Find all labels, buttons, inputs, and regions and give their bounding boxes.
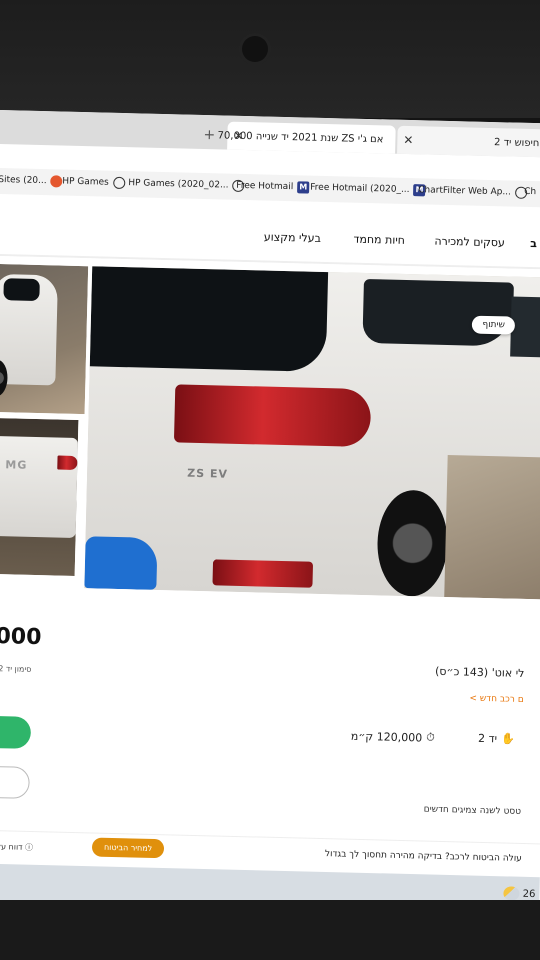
bookmark-label: Sites (20...	[0, 174, 47, 187]
info-icon: ⓘ	[25, 842, 34, 853]
price: ,000	[0, 623, 42, 651]
nav-professionals[interactable]: בעלי מקצוע	[264, 230, 321, 244]
test-note: טסט לשנה צמיגים חדשים	[423, 804, 522, 817]
listing-details: ,000 סימון יד 2 בצ לי אוט' (143 כ״ס) ם ר…	[0, 585, 540, 900]
report-label: דווח על מוד	[0, 842, 23, 852]
report-link[interactable]: ⓘ דווח על מוד	[0, 841, 33, 853]
main-car-photo[interactable]: ZS EV שיתוף	[84, 266, 540, 600]
bookmark-hp-games[interactable]: HP Games	[62, 176, 125, 190]
new-tab-button[interactable]: +	[203, 127, 215, 143]
sign-note: סימון יד 2 בצ	[0, 664, 32, 674]
m-icon: M	[297, 181, 310, 194]
sites-icon	[50, 175, 63, 188]
bookmark-label: ChartFilter Web Ap...	[418, 185, 512, 198]
nav-pets[interactable]: חיות מחמד	[353, 233, 405, 247]
bookmark-hp-games-2020[interactable]: HP Games (2020_02...	[128, 177, 245, 192]
mileage-value: 120,000 ק״מ	[350, 729, 423, 745]
nav-dealers[interactable]: עסקים למכירה	[434, 235, 505, 250]
bookmark-chartfilter[interactable]: ChartFilter Web Ap...	[418, 184, 528, 199]
bookmark-free-hotmail[interactable]: Free Hotmail M	[236, 180, 310, 194]
webcam-icon	[242, 36, 268, 62]
bookmark-label: Free Hotmail (2020_...	[310, 182, 410, 196]
model-description: לי אוט' (143 כ״ס)	[434, 664, 525, 680]
browser-window: אם ג'י ZS שנת 2021 יד שנייה 70,000 ✕ חיפ…	[0, 110, 540, 914]
speedometer-icon: ⏱	[426, 730, 435, 744]
weather-icon[interactable]	[503, 886, 520, 901]
globe-icon	[112, 176, 125, 190]
close-tab-icon[interactable]: ✕	[233, 129, 243, 143]
bookmark-label: Free Hotmail	[236, 180, 294, 193]
bookmark-label: HP Games	[62, 176, 109, 188]
close-tab-icon[interactable]: ✕	[403, 133, 413, 147]
tab-search-label: חיפוש יד 2	[493, 136, 540, 149]
contact-button[interactable]	[0, 715, 32, 749]
model-badge: ZS EV	[187, 466, 229, 481]
bookmark-label: HP Games (2020_02...	[128, 178, 229, 191]
secondary-button[interactable]	[0, 765, 30, 799]
thumbnail-photo[interactable]: MG	[0, 417, 79, 576]
hand-value: יד 2	[477, 731, 498, 746]
photo-gallery: MG ZS EV שיתוף	[0, 255, 540, 600]
mileage: ⏱ 120,000 ק״מ	[351, 729, 435, 745]
laptop-bezel-top	[0, 0, 540, 118]
insurance-price-button[interactable]: למחיר הביטוח	[91, 837, 165, 859]
bookmark-ch[interactable]: Ch	[524, 187, 536, 197]
tab-search[interactable]: חיפוש יד 2 ✕	[397, 125, 540, 158]
clock: 26	[522, 888, 536, 901]
insurance-text: עולה הביטוח לרכב? בדיקה מהירה תחסוך לך ב…	[324, 849, 522, 864]
ownership-hand: ✋ יד 2	[478, 732, 515, 746]
new-car-link[interactable]: ם רכב חדש >	[469, 694, 524, 705]
share-button[interactable]: שיתוף	[472, 315, 516, 335]
thumbnail-photo[interactable]	[0, 263, 89, 415]
laptop-bezel-bottom	[0, 900, 540, 960]
bookmark-sites[interactable]: Sites (20...	[0, 174, 63, 188]
hand-icon: ✋	[500, 732, 515, 746]
bookmark-free-hotmail-2020[interactable]: Free Hotmail (2020_... M	[310, 182, 426, 197]
nav-edge-item[interactable]: ב	[530, 237, 537, 250]
tab-listing[interactable]: אם ג'י ZS שנת 2021 יד שנייה 70,000 ✕	[217, 121, 396, 154]
bookmark-label: Ch	[524, 186, 537, 198]
